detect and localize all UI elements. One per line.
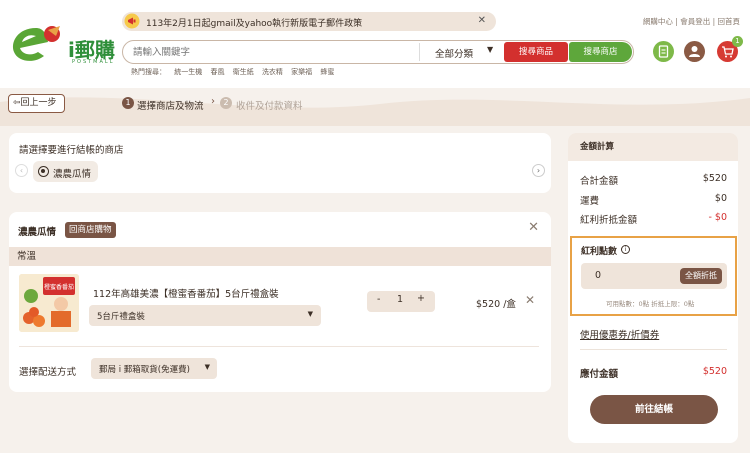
info-icon[interactable]: i [621,245,630,254]
hot-search: 熱門搜尋： 統一生機 春風 衛生紙 洗衣精 家樂福 蜂蜜 [131,67,340,77]
total-row: 應付金額 $520 [580,366,727,380]
logo-mark-icon [12,26,60,61]
spec-select-value: 5台斤禮盒裝 [97,312,145,322]
chevron-right-icon[interactable]: › [532,164,545,177]
quantity-decrease-button[interactable]: - [377,294,380,305]
logo-subtitle: POSTMALL [72,59,115,65]
hot-term[interactable]: 家樂福 [291,68,312,76]
caret-down-icon[interactable]: ▼ [487,45,493,54]
shipping-label: 選擇配送方式 [19,367,77,378]
bonus-discount-row: 紅利折抵金額 - $0 [580,212,727,226]
bonus-points-title: 紅利點數 [581,247,618,257]
announcement-bar[interactable]: 113年2月1日起gmail及yahoo執行新版電子郵件政策 ✕ [122,12,496,31]
cart-card: 濃農瓜情 回商店購物 ✕ 常溫 橙蜜香番茄 112年高雄美濃【橙蜜香番茄】5台斤… [9,212,551,392]
store-picker-card: 請選擇要進行結帳的商店 ‹ 濃農瓜情 › [9,133,551,193]
quantity-increase-button[interactable]: + [417,293,425,304]
store-option[interactable]: 濃農瓜情 [33,161,98,182]
caret-down-icon: ▼ [307,310,313,318]
close-icon[interactable]: ✕ [478,15,486,26]
back-arrow-icon: ⇦ [13,98,21,108]
shipping-select-value: 郵局 i 郵箱取貨(免運費) [99,365,190,375]
cart-count-badge: 1 [732,36,743,47]
coupon-link[interactable]: 使用優惠券/折價券 [580,327,659,341]
subtotal-value: $520 [702,173,727,184]
divider [19,346,539,347]
site-header: i郵購 POSTMALL 113年2月1日起gmail及yahoo執行新版電子郵… [0,0,750,88]
chevron-left-icon[interactable]: ‹ [15,164,28,177]
item-price: $520 /盒 [476,299,516,310]
top-links[interactable]: 網購中心 | 會員登出 | 回首頁 [643,16,740,27]
product-image-label: 橙蜜香番茄 [44,283,74,291]
hot-search-label: 熱門搜尋： [131,68,166,76]
announcement-text: 113年2月1日起gmail及yahoo執行新版電子郵件政策 [146,19,363,29]
hot-term[interactable]: 統一生機 [174,68,202,76]
shipping-select[interactable]: 郵局 i 郵箱取貨(免運費) ▼ [91,358,217,379]
temperature-header: 常溫 [9,247,551,266]
subtotal-row: 合計金額 $520 [580,173,727,187]
bonus-discount-value: - $0 [708,212,727,223]
back-to-shop-button[interactable]: 回商店購物 [65,222,116,238]
divider [580,349,727,350]
close-icon[interactable]: ✕ [528,220,539,235]
hot-term[interactable]: 衛生紙 [233,68,254,76]
product-name[interactable]: 112年高雄美濃【橙蜜香番茄】5台斤禮盒裝 [93,286,279,300]
step-arrow-icon: › [211,96,215,107]
bonus-points-value[interactable]: 0 [595,270,601,281]
store-picker-title: 請選擇要進行結帳的商店 [19,145,124,156]
bonus-points-input[interactable]: 0 全額折抵 [581,263,727,289]
hot-term[interactable]: 蜂蜜 [320,68,334,76]
spec-select[interactable]: 5台斤禮盒裝 ▼ [89,305,321,326]
back-button-label: 回上一步 [20,98,57,108]
checkout-button[interactable]: 前往結帳 [590,395,718,424]
megaphone-icon [124,13,140,29]
back-button[interactable]: ⇦回上一步 [8,94,65,113]
user-icon[interactable] [684,41,705,62]
search-input[interactable] [133,44,413,60]
step-2-number: 2 [220,97,232,109]
category-select[interactable]: 全部分類 [435,46,473,60]
total-label: 應付金額 [580,369,619,380]
radio-selected-icon[interactable] [38,166,49,177]
search-bar: 全部分類 ▼ 搜尋商品 搜尋商店 [122,40,634,64]
shipping-fee-label: 運費 [580,196,600,207]
hot-term[interactable]: 洗衣精 [262,68,283,76]
subtotal-label: 合計金額 [580,176,619,187]
search-products-button[interactable]: 搜尋商品 [504,42,568,62]
bonus-points-panel: 紅利點數 i 0 全額折抵 可用點數：0點 折抵上限：0點 [570,236,737,316]
remove-item-icon[interactable]: ✕ [525,293,535,307]
product-image[interactable]: 橙蜜香番茄 [19,274,79,332]
order-list-icon[interactable] [653,41,674,62]
site-logo[interactable]: i郵購 POSTMALL [8,22,120,66]
shipping-fee-row: 運費 $0 [580,193,727,207]
quantity-stepper: - 1 + [367,291,435,312]
decorative-wave [0,97,750,126]
hot-term[interactable]: 春風 [210,68,224,76]
full-redeem-button[interactable]: 全額折抵 [680,268,722,284]
search-shops-button[interactable]: 搜尋商店 [569,42,632,62]
step-2-label: 收件及付款資料 [236,101,303,112]
summary-title: 金額計算 [568,133,738,161]
shipping-fee-value: $0 [714,193,727,204]
bonus-points-note: 可用點數：0點 折抵上限：0點 [606,300,695,308]
step-1-label: 選擇商店及物流 [137,101,204,112]
bonus-discount-label: 紅利折抵金額 [580,215,638,226]
caret-down-icon: ▼ [204,363,210,371]
order-summary: 金額計算 合計金額 $520 運費 $0 紅利折抵金額 - $0 紅利點數 i … [568,133,738,443]
step-1-number: 1 [122,97,134,109]
shop-name: 濃農瓜情 [18,227,57,238]
search-separator [419,43,420,61]
store-option-label: 濃農瓜情 [53,169,92,180]
quantity-value[interactable]: 1 [397,294,403,305]
total-value: $520 [702,366,727,377]
